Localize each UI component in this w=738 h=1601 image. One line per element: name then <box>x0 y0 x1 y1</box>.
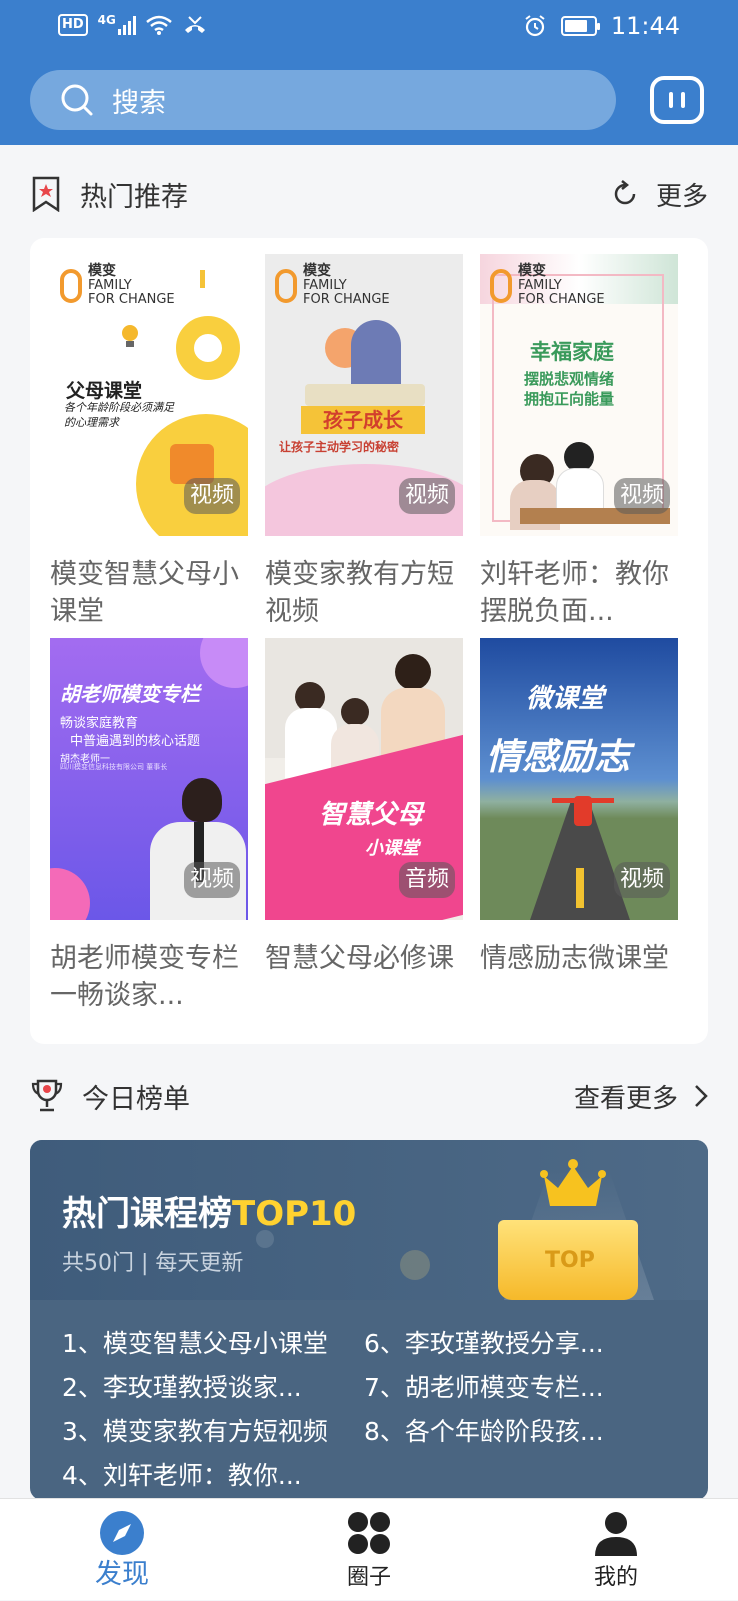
status-bar: HD 4G 11:44 <box>0 0 738 56</box>
cover-text: 微课堂 <box>526 684 605 714</box>
clock: 11:44 <box>610 12 680 40</box>
ranking-item[interactable]: 1、模变智慧父母小课堂 <box>62 1322 328 1366</box>
ranking-banner-title: 热门课程榜TOP10 <box>62 1194 357 1234</box>
course-cover: 模变 FAMILY FOR CHANGE 父母课堂 各个年龄阶段必须满足的心理需求 … <box>50 254 248 536</box>
trophy-icon <box>31 1079 63 1112</box>
tab-discover[interactable]: 发现 <box>42 1499 202 1601</box>
brand-logo: 模变 FAMILY FOR CHANGE <box>275 264 390 307</box>
chevron-right-icon <box>695 1085 708 1107</box>
tab-mine[interactable]: 我的 <box>536 1499 696 1601</box>
media-badge: 视频 <box>183 862 240 898</box>
tab-circle[interactable]: 圈子 <box>289 1499 449 1601</box>
cover-subtext: 各个年龄阶段必须满足的心理需求 <box>64 401 174 429</box>
search-placeholder: 搜索 <box>112 87 166 119</box>
course-item[interactable]: 智慧父母 小课堂 音频 智慧父母必修课 <box>265 638 463 1014</box>
scan-button[interactable] <box>650 76 704 124</box>
hot-card-grid: 模变 FAMILY FOR CHANGE 父母课堂 各个年龄阶段必须满足的心理需求 … <box>30 238 708 1044</box>
course-title: 智慧父母必修课 <box>265 943 454 974</box>
course-item[interactable]: 微课堂 情感励志 视频 情感励志微课堂 <box>480 638 678 1014</box>
ranking-banner-subtitle: 共50门 | 每天更新 <box>62 1251 244 1276</box>
brand-logo: 模变 FAMILY FOR CHANGE <box>60 264 175 307</box>
course-cover: 胡老师模变专栏 畅谈家庭教育 中普遍遇到的核心话题 胡杰老师一 四川模变信息科技… <box>50 638 248 920</box>
ranking-item[interactable]: 6、李玫瑾教授分享... <box>364 1322 604 1366</box>
course-cover: 模变 FAMILY FOR CHANGE 幸福家庭 摆脱悲观情绪 拥抱正向能量 视频 <box>480 254 678 536</box>
signal-icon <box>117 15 136 35</box>
bulb-icon <box>122 325 138 347</box>
cover-text: 中普遍遇到的核心话题 <box>70 734 201 749</box>
person-icon <box>595 1512 637 1556</box>
bookmark-star-icon <box>32 176 60 212</box>
cover-text: 拥抱正向能量 <box>524 390 615 408</box>
battery-icon <box>560 16 600 36</box>
more-link[interactable]: 查看更多 <box>574 1078 678 1115</box>
course-cover: 微课堂 情感励志 视频 <box>480 638 678 920</box>
bottom-tab-bar: 发现 圈子 我的 <box>0 1498 738 1600</box>
course-item[interactable]: 胡老师模变专栏 畅谈家庭教育 中普遍遇到的核心话题 胡杰老师一 四川模变信息科技… <box>50 638 248 1014</box>
course-title: 模变家教有方短视频 <box>265 559 454 627</box>
course-title: 刘轩老师：教你摆脱负面... <box>480 559 669 627</box>
media-badge: 音频 <box>398 862 455 898</box>
alarm-icon <box>525 15 545 37</box>
app-header: HD 4G 11:44 搜索 <box>0 0 738 145</box>
hot-section-header: 热门推荐 更多 <box>30 164 708 224</box>
section-title: 热门推荐 <box>80 181 188 213</box>
course-item[interactable]: 模变 FAMILY FOR CHANGE 父母课堂 各个年龄阶段必须满足的心理需求 … <box>50 254 248 630</box>
course-title: 模变智慧父母小课堂 <box>50 559 239 627</box>
crown-icon <box>540 1159 606 1206</box>
brand-logo: 模变 FAMILY FOR CHANGE <box>490 264 605 307</box>
cover-text: 摆脱悲观情绪 <box>524 370 615 388</box>
media-badge: 视频 <box>398 478 455 514</box>
media-badge: 视频 <box>183 478 240 514</box>
more-link[interactable]: 更多 <box>656 176 708 213</box>
refresh-icon[interactable] <box>610 179 640 209</box>
section-title: 今日榜单 <box>82 1083 190 1115</box>
ranking-item[interactable]: 7、胡老师模变专栏... <box>364 1366 604 1410</box>
ranking-item[interactable]: 4、刘轩老师：教你... <box>62 1454 302 1498</box>
missed-call-icon <box>184 16 205 33</box>
trophy-label: TOP <box>545 1248 595 1273</box>
media-badge: 视频 <box>613 478 670 514</box>
cover-subtext: 让孩子主动学习的秘密 <box>279 440 400 454</box>
course-item[interactable]: 模变 FAMILY FOR CHANGE 幸福家庭 摆脱悲观情绪 拥抱正向能量 视频… <box>480 254 678 630</box>
ranking-item[interactable]: 8、各个年龄阶段孩... <box>364 1410 604 1454</box>
tab-label: 我的 <box>593 1565 638 1590</box>
ranking-item[interactable]: 3、模变家教有方短视频 <box>62 1410 328 1454</box>
search-icon <box>61 84 93 116</box>
ranking-more-link[interactable]: 查看更多 <box>574 1078 708 1115</box>
compass-icon <box>100 1511 144 1555</box>
media-badge: 视频 <box>613 862 670 898</box>
cover-text: 畅谈家庭教育 <box>60 716 139 731</box>
cover-text: 父母课堂 <box>66 380 143 402</box>
cover-text: 孩子成长 <box>301 406 425 434</box>
circles-icon <box>348 1512 390 1554</box>
search-bar[interactable]: 搜索 <box>30 70 616 130</box>
course-cover: 模变 FAMILY FOR CHANGE 孩子成长 让孩子主动学习的秘密 视频 <box>265 254 463 536</box>
hd-icon: HD <box>58 14 88 36</box>
ranking-banner[interactable]: 热门课程榜TOP10 共50门 | 每天更新 TOP 1、模变智慧父母小课堂 2… <box>30 1140 708 1500</box>
cover-text: 智慧父母 <box>319 800 424 830</box>
cover-text: 胡老师模变专栏 <box>60 682 200 706</box>
cover-text: 四川模变信息科技有限公司 董事长 <box>60 763 168 771</box>
course-title: 胡老师模变专栏一畅谈家... <box>50 943 239 1011</box>
tab-label: 圈子 <box>346 1565 391 1590</box>
cover-text: 小课堂 <box>365 838 419 859</box>
network-label: 4G <box>97 13 116 27</box>
ranking-section-header: 今日榜单 查看更多 <box>30 1066 708 1126</box>
course-cover: 智慧父母 小课堂 音频 <box>265 638 463 920</box>
wifi-icon <box>146 15 172 35</box>
course-title: 情感励志微课堂 <box>480 943 669 974</box>
ranking-item[interactable]: 2、李玫瑾教授谈家... <box>62 1366 302 1410</box>
tab-label: 发现 <box>95 1559 149 1590</box>
course-item[interactable]: 模变 FAMILY FOR CHANGE 孩子成长 让孩子主动学习的秘密 视频 模变… <box>265 254 463 630</box>
cover-text: 幸福家庭 <box>530 340 614 364</box>
cover-text: 情感励志 <box>486 737 631 778</box>
